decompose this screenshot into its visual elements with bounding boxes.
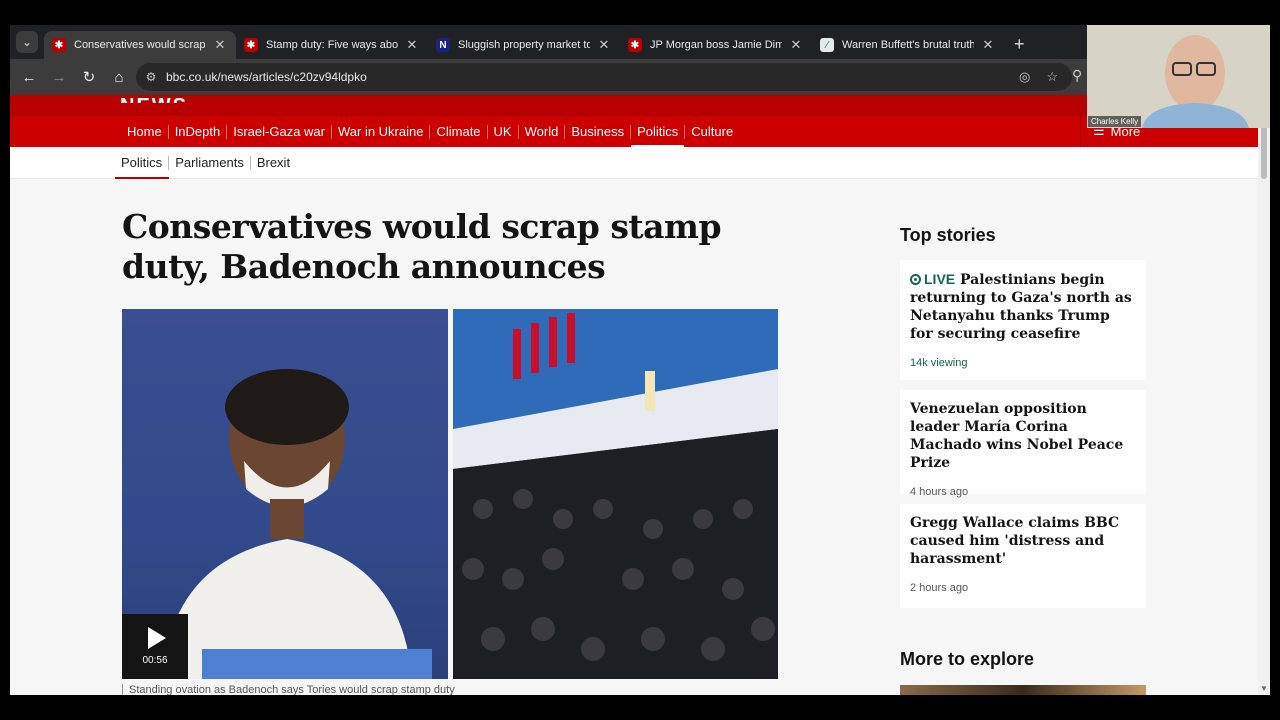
nav-item-israel-gaza-war[interactable]: Israel-Gaza war	[227, 124, 332, 139]
conference-hall-photo	[453, 309, 778, 679]
politics-subnav: Politics Parliaments Brexit	[10, 147, 1258, 180]
article-content: Conservatives would scrap stamp duty, Ba…	[10, 179, 1258, 695]
home-icon[interactable]: ⌂	[104, 69, 134, 86]
nav-item-uk[interactable]: UK	[488, 124, 519, 139]
live-label: LIVE	[924, 271, 956, 287]
page-scrollbar[interactable]: ▼	[1258, 95, 1270, 695]
top-stories: Top stories LIVE Palestinians begin retu…	[900, 225, 1146, 618]
forward-icon[interactable]: →	[44, 69, 74, 86]
browser-window: ⌄ ✱ Conservatives would scrap stamp duty…	[10, 25, 1270, 695]
tab-1[interactable]: ✱ Stamp duty: Five ways abolishing ✕	[236, 31, 428, 59]
more-to-explore-heading: More to explore	[900, 649, 1035, 669]
bbc-news-logo[interactable]: NEWS	[120, 95, 188, 103]
story-meta: 14k viewing	[910, 357, 968, 369]
story-title: Gregg Wallace claims BBC caused him 'dis…	[910, 515, 1120, 567]
subnav-item-politics[interactable]: Politics	[115, 155, 170, 180]
story-meta: 2 hours ago	[910, 582, 969, 594]
close-icon[interactable]: ✕	[788, 37, 804, 53]
subnav-item-brexit[interactable]: Brexit	[251, 155, 296, 170]
bbc-icon: ✱	[628, 38, 642, 52]
close-icon[interactable]: ✕	[212, 37, 228, 53]
nav-item-war-in-ukraine[interactable]: War in Ukraine	[332, 124, 431, 139]
video-player[interactable]: 00:56	[122, 309, 778, 679]
document-icon: ⁄	[820, 38, 834, 52]
video-duration: 00:56	[142, 655, 168, 666]
story-title: Venezuelan opposition leader María Corin…	[910, 401, 1124, 471]
tab-3[interactable]: ✱ JP Morgan boss Jamie Dimon s ✕	[620, 31, 812, 59]
nav-item-climate[interactable]: Climate	[430, 124, 488, 139]
browser-toolbar: ← → ↻ ⌂ ⚙ bbc.co.uk/news/articles/c20zv9…	[10, 59, 1270, 95]
bbc-main-nav: Home InDepth Israel-Gaza war War in Ukra…	[10, 115, 1258, 148]
close-icon[interactable]: ✕	[596, 37, 612, 53]
story-card[interactable]: LIVE Palestinians begin returning to Gaz…	[900, 260, 1146, 380]
new-tab-icon[interactable]: +	[1014, 34, 1025, 55]
reload-icon[interactable]: ↻	[74, 68, 104, 86]
site-info-icon[interactable]: ⚙	[136, 70, 166, 84]
crowd-illustration	[453, 309, 778, 679]
eye-off-icon[interactable]: ◎	[1019, 69, 1030, 85]
webcam-name-label: Charles Kelly	[1088, 116, 1142, 127]
video-caption: Standing ovation as Badenoch says Tories…	[122, 684, 778, 695]
n-icon: N	[436, 38, 450, 52]
close-icon[interactable]: ✕	[980, 37, 996, 53]
story-card[interactable]: Venezuelan opposition leader María Corin…	[900, 390, 1146, 498]
url-text: bbc.co.uk/news/articles/c20zv94ldpko	[166, 70, 367, 84]
tab-search-icon[interactable]: ⌄	[16, 31, 38, 53]
bookmark-star-icon[interactable]: ☆	[1046, 69, 1058, 85]
story-title: LIVE Palestinians begin returning to Gaz…	[910, 270, 1136, 343]
nav-item-politics[interactable]: Politics	[631, 124, 686, 148]
tab-title: Sluggish property market to ro	[458, 39, 590, 51]
tab-bar: ⌄ ✱ Conservatives would scrap stamp duty…	[10, 25, 1270, 59]
nav-item-world[interactable]: World	[519, 124, 566, 139]
nav-item-culture[interactable]: Culture	[685, 124, 739, 139]
live-badge: LIVE	[910, 271, 955, 287]
play-button[interactable]: 00:56	[122, 614, 188, 679]
top-stories-heading: Top stories	[900, 225, 996, 245]
scrollbar-thumb[interactable]	[1261, 119, 1267, 179]
nav-item-indepth[interactable]: InDepth	[169, 124, 228, 139]
nav-item-home[interactable]: Home	[121, 124, 169, 139]
subnav-item-parliaments[interactable]: Parliaments	[169, 155, 251, 170]
more-to-explore-image[interactable]	[900, 685, 1146, 695]
tab-0[interactable]: ✱ Conservatives would scrap stamp duty ✕	[44, 31, 236, 59]
presenter-illustration	[1087, 25, 1270, 128]
tab-4[interactable]: ⁄ Warren Buffett's brutal truth ab ✕	[812, 31, 1004, 59]
tab-title: Warren Buffett's brutal truth ab	[842, 39, 974, 51]
story-meta: 4 hours ago	[910, 486, 969, 498]
extensions-icon[interactable]: ⚲	[1072, 67, 1082, 84]
article-headline: Conservatives would scrap stamp duty, Ba…	[122, 207, 722, 286]
bbc-icon: ✱	[52, 38, 66, 52]
tab-title: Conservatives would scrap stamp duty	[74, 39, 206, 51]
nav-item-business[interactable]: Business	[565, 124, 632, 139]
play-icon	[148, 627, 166, 649]
bbc-icon: ✱	[244, 38, 258, 52]
tab-title: JP Morgan boss Jamie Dimon s	[650, 39, 782, 51]
live-icon	[910, 274, 921, 285]
webcam-overlay	[1087, 25, 1270, 128]
scroll-down-icon[interactable]: ▼	[1260, 684, 1268, 693]
address-bar[interactable]: ⚙ bbc.co.uk/news/articles/c20zv94ldpko ◎…	[136, 63, 1072, 91]
close-icon[interactable]: ✕	[404, 37, 420, 53]
back-icon[interactable]: ←	[14, 69, 44, 86]
tab-title: Stamp duty: Five ways abolishing	[266, 39, 398, 51]
tab-2[interactable]: N Sluggish property market to ro ✕	[428, 31, 620, 59]
story-card[interactable]: Gregg Wallace claims BBC caused him 'dis…	[900, 504, 1146, 608]
